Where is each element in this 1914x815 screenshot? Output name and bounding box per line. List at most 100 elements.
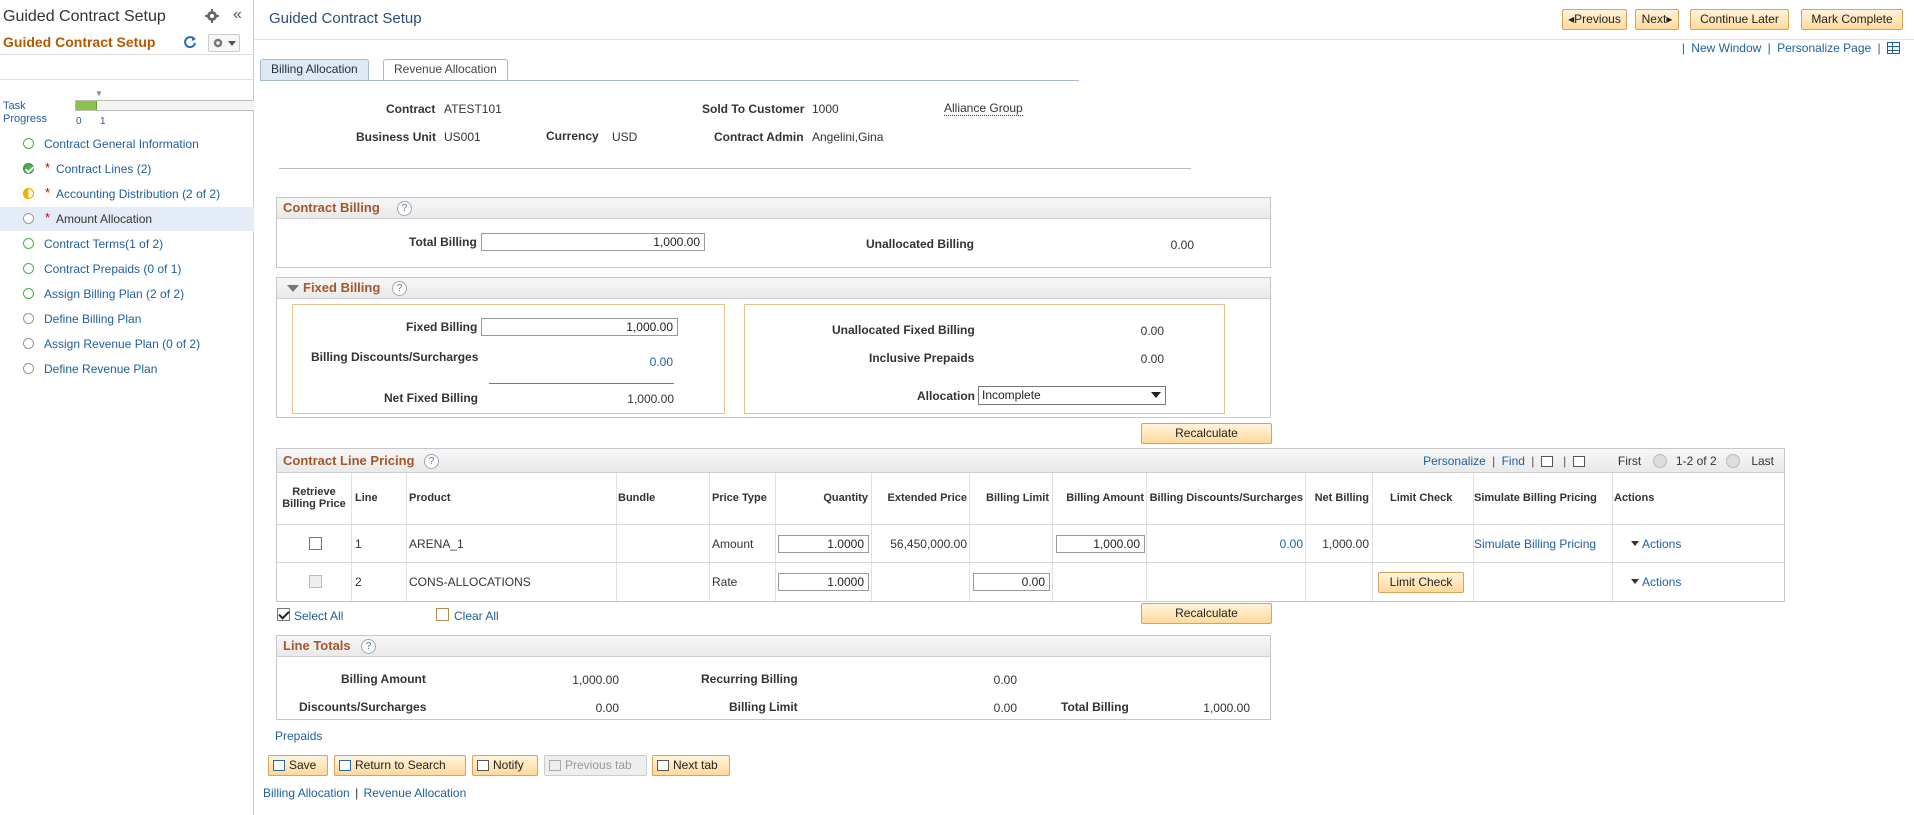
unallocated-billing-label: Unallocated Billing: [866, 237, 975, 251]
sidebar-task-label: Assign Billing Plan (2 of 2): [44, 287, 185, 301]
personalize-grid-link[interactable]: Personalize: [1423, 454, 1486, 468]
actions-menu[interactable]: Actions: [1631, 575, 1681, 589]
col-header-actions: Actions: [1614, 492, 1655, 504]
next-tab-button[interactable]: Next tab: [652, 755, 730, 776]
select-all-link[interactable]: Select All: [294, 609, 343, 623]
cell-line: 1: [355, 537, 362, 551]
complete-status-icon: [23, 238, 34, 249]
contract-admin-label: Contract Admin: [714, 130, 804, 144]
collapse-triangle-icon[interactable]: [287, 285, 299, 292]
previous-tab-button: Previous tab: [544, 755, 647, 776]
sidebar-task-item[interactable]: Assign Billing Plan (2 of 2): [0, 282, 254, 306]
collapse-sidebar-icon[interactable]: «: [233, 6, 242, 24]
contract-label: Contract: [386, 102, 436, 116]
required-marker: *: [45, 210, 51, 225]
grid-toolbar: Personalize | Find | | First 1-2 of 2 La…: [1423, 454, 1774, 468]
billing-discounts-surcharges-label: Billing Discounts/Surcharges: [311, 350, 479, 364]
clear-all-link[interactable]: Clear All: [454, 609, 499, 623]
billing-allocation-link[interactable]: Billing Allocation: [263, 786, 350, 800]
not-started-status-icon: [23, 313, 34, 324]
section-title: Contract Line Pricing: [283, 453, 415, 468]
table-settings-icon[interactable]: [1887, 42, 1900, 54]
col-header-line: Line: [355, 492, 378, 504]
gear-icon[interactable]: [205, 9, 219, 23]
col-header-net-billing: Net Billing: [1314, 492, 1369, 504]
actions-menu[interactable]: Actions: [1631, 537, 1681, 551]
revenue-allocation-link[interactable]: Revenue Allocation: [364, 786, 467, 800]
previous-button[interactable]: ◂Previous: [1562, 9, 1627, 30]
continue-later-button[interactable]: Continue Later: [1690, 9, 1789, 30]
personalize-page-link[interactable]: Personalize Page: [1777, 41, 1871, 55]
sidebar-task-item[interactable]: Contract Terms(1 of 2): [0, 232, 254, 256]
next-button[interactable]: Next▸: [1635, 9, 1679, 30]
sidebar-subtitle: Guided Contract Setup: [3, 34, 156, 50]
col-header-billing-amount: Billing Amount: [1066, 492, 1144, 504]
tab-billing-allocation[interactable]: Billing Allocation: [260, 59, 369, 80]
return-to-search-button[interactable]: Return to Search: [334, 755, 466, 776]
sidebar-task-label: Contract General Information: [44, 137, 199, 151]
simulate-billing-pricing-link[interactable]: Simulate Billing Pricing: [1474, 537, 1596, 551]
sidebar-actions-menu[interactable]: [208, 34, 240, 52]
progress-tick-0: 0: [76, 116, 82, 127]
sidebar-task-item[interactable]: Define Revenue Plan: [0, 357, 254, 381]
in-progress-status-icon: [23, 188, 34, 199]
sidebar: Guided Contract Setup « Guided Contract …: [0, 0, 254, 815]
help-icon[interactable]: ?: [397, 201, 412, 216]
grid-col-divider: [616, 473, 617, 601]
next-row-icon[interactable]: [1725, 454, 1740, 468]
refresh-icon[interactable]: [183, 35, 197, 49]
billing-discounts-link[interactable]: 0.00: [1250, 537, 1303, 551]
col-header-billing-limit: Billing Limit: [986, 492, 1049, 504]
sidebar-task-item[interactable]: Assign Revenue Plan (0 of 2): [0, 332, 254, 356]
contract-value: ATEST101: [444, 102, 502, 116]
sidebar-task-item[interactable]: Contract Prepaids (0 of 1): [0, 257, 254, 281]
inclusive-prepaids-label: Inclusive Prepaids: [869, 351, 975, 365]
allocation-select[interactable]: Incomplete: [978, 386, 1166, 405]
help-icon[interactable]: ?: [361, 639, 376, 654]
select-all-checkbox-icon[interactable]: [277, 608, 290, 621]
view-all-icon[interactable]: [1540, 456, 1553, 467]
currency-label: Currency: [546, 129, 599, 143]
prepaids-link[interactable]: Prepaids: [275, 729, 322, 743]
not-started-status-icon: [23, 363, 34, 374]
task-progress-label: Task Progress: [3, 100, 48, 125]
total-billing-input[interactable]: 1,000.00: [481, 233, 705, 251]
complete-status-icon: [23, 263, 34, 274]
fixed-billing-input[interactable]: 1,000.00: [481, 318, 678, 336]
billing-discounts-surcharges-link[interactable]: 0.00: [620, 355, 673, 369]
clear-all-checkbox-icon[interactable]: [436, 608, 449, 621]
quantity-input[interactable]: 1.0000: [778, 573, 869, 591]
progress-marker-icon: ▼: [95, 89, 103, 98]
customer-name-link[interactable]: Alliance Group: [944, 101, 1023, 116]
new-window-link[interactable]: New Window: [1691, 41, 1761, 55]
billing-limit-input[interactable]: 0.00: [973, 573, 1050, 591]
limit-check-button[interactable]: Limit Check: [1378, 572, 1464, 593]
notify-button[interactable]: Notify: [472, 755, 538, 776]
mark-complete-button[interactable]: Mark Complete: [1801, 9, 1903, 30]
help-icon[interactable]: ?: [424, 454, 439, 469]
help-icon[interactable]: ?: [392, 281, 407, 296]
sidebar-task-label: Contract Terms(1 of 2): [44, 237, 164, 251]
quantity-input[interactable]: 1.0000: [778, 535, 869, 553]
retrieve-billing-price-checkbox[interactable]: [309, 537, 322, 550]
previous-row-icon[interactable]: [1652, 454, 1667, 468]
save-button[interactable]: Save: [268, 755, 328, 776]
grid-col-divider: [1052, 473, 1053, 601]
section-header[interactable]: Fixed Billing ?: [277, 278, 1270, 299]
complete-status-icon: [23, 288, 34, 299]
tab-revenue-allocation[interactable]: Revenue Allocation: [383, 59, 508, 80]
sidebar-task-item[interactable]: * Contract Lines (2): [0, 157, 254, 181]
sidebar-task-item[interactable]: Define Billing Plan: [0, 307, 254, 331]
recalculate-button[interactable]: Recalculate: [1141, 423, 1272, 444]
section-header: Line Totals ?: [277, 636, 1270, 657]
sidebar-task-item[interactable]: * Accounting Distribution (2 of 2): [0, 182, 254, 206]
find-link[interactable]: Find: [1502, 454, 1525, 468]
grid-col-divider: [775, 473, 776, 601]
cell-extended-price: 56,450,000.00: [890, 537, 967, 551]
unallocated-fixed-billing-value: 0.00: [1140, 324, 1164, 338]
sidebar-task-item[interactable]: Contract General Information: [0, 132, 254, 156]
download-icon[interactable]: [1572, 456, 1585, 467]
billing-amount-input[interactable]: 1,000.00: [1056, 535, 1145, 553]
sidebar-task-item[interactable]: * Amount Allocation: [0, 207, 254, 231]
recalculate-button-2[interactable]: Recalculate: [1141, 603, 1272, 624]
